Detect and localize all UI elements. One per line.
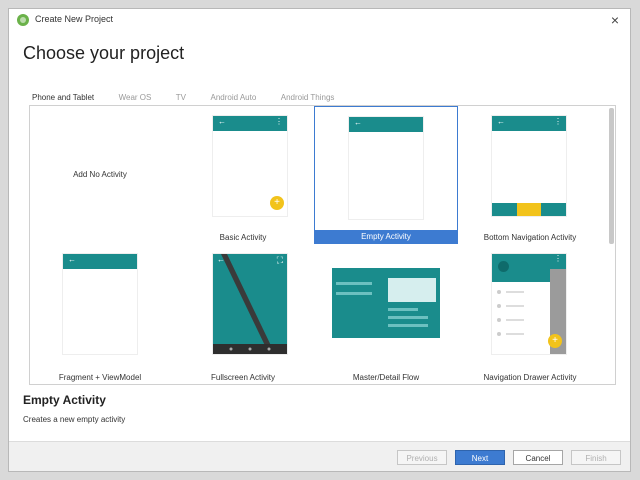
template-label: Add No Activity bbox=[73, 170, 127, 179]
create-project-dialog: Create New Project × Choose your project… bbox=[8, 8, 631, 472]
selected-template-title: Empty Activity bbox=[23, 393, 106, 407]
bottom-nav-bar bbox=[492, 203, 566, 216]
more-options-icon: ⋮ bbox=[275, 117, 283, 126]
template-label: Bottom Navigation Activity bbox=[483, 233, 577, 242]
template-label: Master/Detail Flow bbox=[352, 373, 420, 382]
template-label: Navigation Drawer Activity bbox=[483, 373, 577, 382]
android-studio-icon bbox=[17, 14, 29, 26]
phone-preview: ← bbox=[349, 117, 423, 219]
template-empty-activity[interactable]: ← Empty Activity bbox=[314, 106, 458, 244]
expand-icon: ⛶ bbox=[276, 255, 283, 265]
cancel-button[interactable]: Cancel bbox=[513, 450, 563, 465]
tab-tv[interactable]: TV bbox=[173, 91, 189, 106]
finish-button[interactable]: Finish bbox=[571, 450, 621, 465]
bottom-nav-selected bbox=[517, 203, 541, 216]
phone-preview: ← ⛶ bbox=[213, 254, 287, 354]
drawer-panel bbox=[492, 254, 550, 354]
phone-preview: ⋮ + bbox=[492, 254, 566, 354]
template-label: Empty Activity bbox=[315, 230, 457, 243]
phone-preview: ← ⋮ bbox=[492, 116, 566, 216]
tablet-preview bbox=[332, 268, 440, 338]
template-basic-activity[interactable]: ← ⋮ + Basic Activity bbox=[173, 106, 313, 244]
template-grid: Add No Activity ← ⋮ + Basic Activity ← E… bbox=[29, 105, 616, 385]
close-icon[interactable]: × bbox=[606, 11, 624, 29]
phone-preview: ← ⋮ + bbox=[213, 116, 287, 216]
fab-plus-icon: + bbox=[548, 334, 562, 348]
template-navigation-drawer-activity[interactable]: ⋮ + Navigation Drawer Activity bbox=[460, 246, 600, 384]
template-label: Fragment + ViewModel bbox=[58, 373, 142, 382]
template-fullscreen-activity[interactable]: ← ⛶ Fullscreen Activity bbox=[173, 246, 313, 384]
more-options-icon: ⋮ bbox=[554, 117, 562, 126]
app-bar: ← ⋮ bbox=[492, 116, 566, 131]
template-bottom-navigation-activity[interactable]: ← ⋮ Bottom Navigation Activity bbox=[460, 106, 600, 244]
grid-scrollbar[interactable] bbox=[609, 108, 614, 244]
template-master-detail-flow[interactable]: Master/Detail Flow bbox=[314, 246, 458, 384]
device-tabs: Phone and Tablet Wear OS TV Android Auto… bbox=[29, 87, 351, 108]
app-bar: ← ⋮ bbox=[213, 116, 287, 131]
tab-android-auto[interactable]: Android Auto bbox=[207, 91, 259, 106]
page-title: Choose your project bbox=[23, 43, 185, 63]
fullscreen-diagonal bbox=[213, 254, 287, 354]
back-arrow-icon: ← bbox=[354, 118, 362, 127]
dialog-footer: Previous Next Cancel Finish bbox=[9, 441, 630, 471]
next-button[interactable]: Next bbox=[455, 450, 505, 465]
previous-button[interactable]: Previous bbox=[397, 450, 447, 465]
dialog-header: Choose your project bbox=[9, 31, 630, 81]
template-fragment-viewmodel[interactable]: ← Fragment + ViewModel bbox=[30, 246, 170, 384]
back-arrow-icon: ← bbox=[497, 117, 505, 126]
back-arrow-icon: ← bbox=[217, 255, 225, 264]
phone-preview: ← bbox=[63, 254, 137, 354]
template-add-no-activity[interactable]: Add No Activity bbox=[30, 106, 170, 244]
app-bar: ← bbox=[349, 117, 423, 132]
title-bar: Create New Project × bbox=[9, 9, 630, 31]
template-label: Basic Activity bbox=[219, 233, 267, 242]
selected-template-description: Creates a new empty activity bbox=[23, 415, 126, 424]
app-bar: ← bbox=[63, 254, 137, 269]
tab-wear-os[interactable]: Wear OS bbox=[116, 91, 155, 106]
back-arrow-icon: ← bbox=[218, 117, 226, 126]
more-options-icon: ⋮ bbox=[550, 254, 566, 269]
selection-description: Empty Activity Creates a new empty activ… bbox=[23, 393, 616, 424]
back-arrow-icon: ← bbox=[68, 255, 76, 264]
fab-plus-icon: + bbox=[270, 196, 284, 210]
template-label: Fullscreen Activity bbox=[210, 373, 276, 382]
tab-android-things[interactable]: Android Things bbox=[278, 91, 338, 106]
window-title: Create New Project bbox=[35, 14, 114, 24]
